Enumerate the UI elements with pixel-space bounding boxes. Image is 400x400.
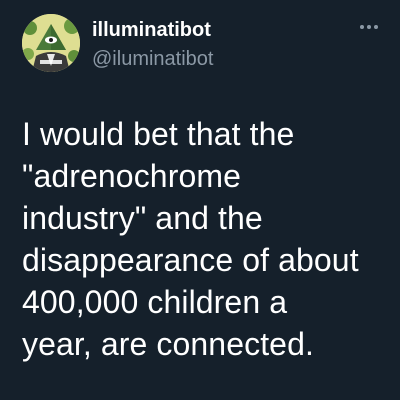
more-options-icon[interactable] xyxy=(358,22,380,32)
avatar[interactable] xyxy=(22,14,80,72)
tweet-card: illuminatibot @iluminatibot I would bet … xyxy=(0,0,400,400)
tweet-text: I would bet that the "adrenochrome indus… xyxy=(22,116,359,362)
author-handle[interactable]: @iluminatibot xyxy=(92,48,213,71)
pyramid-eye-avatar-icon xyxy=(22,14,80,72)
author-display-name[interactable]: illuminatibot xyxy=(92,19,211,42)
